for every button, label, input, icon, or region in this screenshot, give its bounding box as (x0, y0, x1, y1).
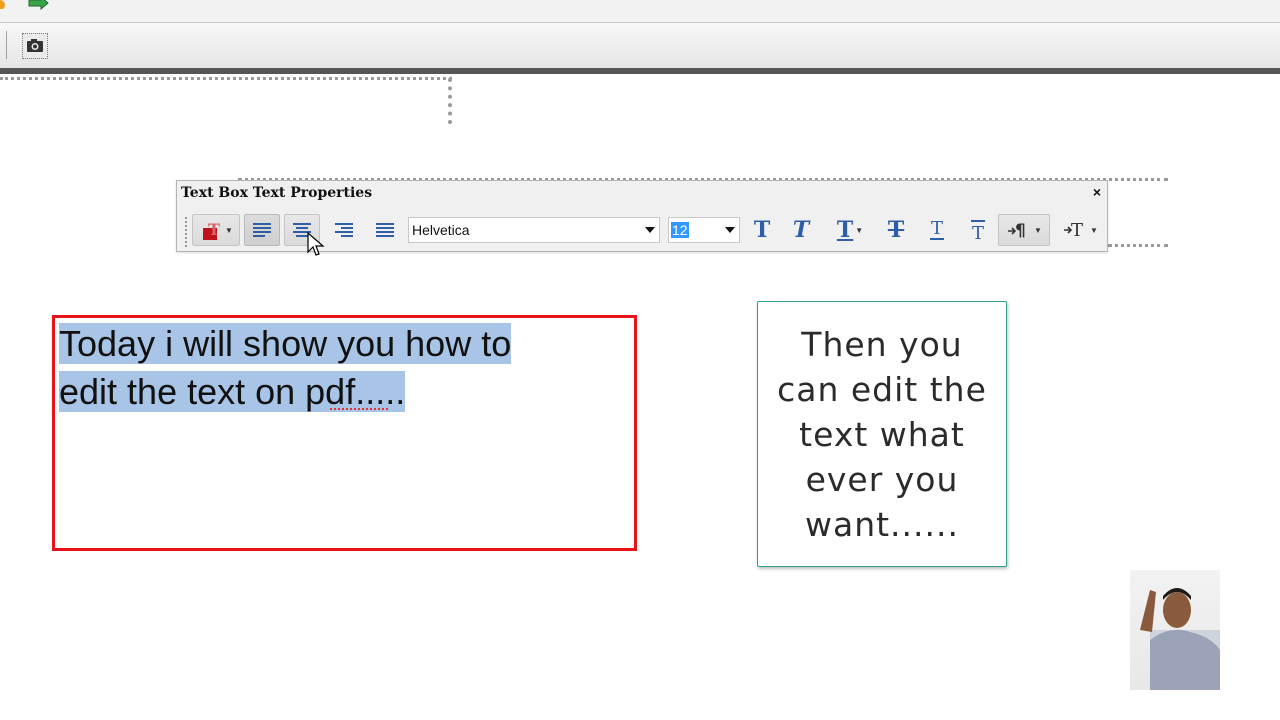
text-line-1: Today i will show you how to (59, 323, 512, 364)
editable-text-box[interactable]: Today i will show you how to edit the te… (52, 315, 637, 551)
toolbar-grip[interactable] (185, 217, 191, 247)
superscript-button[interactable]: T (922, 214, 952, 246)
align-left-icon (253, 223, 271, 237)
top-toolbar (0, 0, 1280, 23)
svg-text:T: T (1071, 220, 1083, 241)
camera-icon (27, 39, 43, 52)
text-color-button[interactable]: T T ▼ (192, 214, 240, 246)
svg-text:T: T (208, 220, 220, 239)
italic-text-icon: T (792, 217, 810, 243)
subscript-text-icon: T (971, 220, 985, 242)
callout-text: Then you can edit the text what ever you… (777, 324, 987, 544)
svg-text:T: T (931, 218, 943, 239)
chevron-down-icon (645, 227, 655, 233)
svg-text:T: T (972, 223, 984, 242)
bold-text-icon: T (753, 217, 771, 243)
superscript-text-icon: T (930, 218, 944, 240)
page-divider (0, 68, 1280, 74)
underline-button[interactable]: T ▼ (827, 214, 873, 246)
underline-text-icon: T (836, 217, 854, 243)
subscript-button[interactable]: T (963, 214, 993, 246)
selected-text[interactable]: Today i will show you how to edit the te… (59, 320, 599, 416)
chevron-down-icon: ▼ (1034, 225, 1042, 235)
instruction-callout: Then you can edit the text what ever you… (757, 301, 1007, 567)
text-color-icon: T T (203, 220, 220, 240)
font-family-value: Helvetica (412, 222, 470, 238)
align-justify-icon (376, 223, 394, 237)
secondary-toolbar (0, 23, 1280, 69)
presenter-photo (1130, 570, 1220, 690)
frame-border-right (448, 78, 452, 124)
chevron-down-icon (725, 227, 735, 233)
textbox-border-bottom (1108, 244, 1168, 247)
align-justify-button[interactable] (367, 214, 403, 246)
align-right-icon (335, 223, 353, 237)
strikethrough-button[interactable]: T (881, 214, 911, 246)
toolbar-separator (6, 31, 7, 59)
chevron-down-icon: ▼ (225, 225, 233, 235)
text-spacing-button[interactable]: T ▼ (1057, 214, 1103, 246)
align-right-button[interactable] (326, 214, 362, 246)
strikethrough-text-icon: T (887, 217, 905, 243)
font-size-value: 12 (671, 222, 689, 238)
paragraph-direction-button[interactable]: ¶ ▼ (998, 214, 1050, 246)
window-title: Text Box Text Properties (181, 185, 373, 201)
italic-button[interactable]: T (786, 214, 816, 246)
chevron-down-icon: ▼ (1090, 225, 1098, 235)
font-size-dropdown[interactable]: 12 (668, 217, 740, 243)
edit-icon[interactable] (0, 0, 8, 10)
spellcheck-underline (330, 405, 388, 410)
bold-button[interactable]: T (747, 214, 777, 246)
snapshot-button[interactable] (22, 33, 48, 59)
font-family-dropdown[interactable]: Helvetica (408, 217, 660, 243)
paragraph-direction-icon: ¶ (1008, 221, 1026, 241)
refresh-icon[interactable] (26, 0, 50, 12)
mouse-cursor-icon (307, 232, 325, 256)
text-spacing-icon: T (1064, 220, 1083, 241)
svg-text:¶: ¶ (1015, 221, 1026, 241)
chevron-down-icon: ▼ (855, 225, 864, 235)
close-button[interactable]: × (1093, 184, 1101, 200)
align-left-button[interactable] (244, 214, 280, 246)
frame-border-top (0, 77, 452, 80)
